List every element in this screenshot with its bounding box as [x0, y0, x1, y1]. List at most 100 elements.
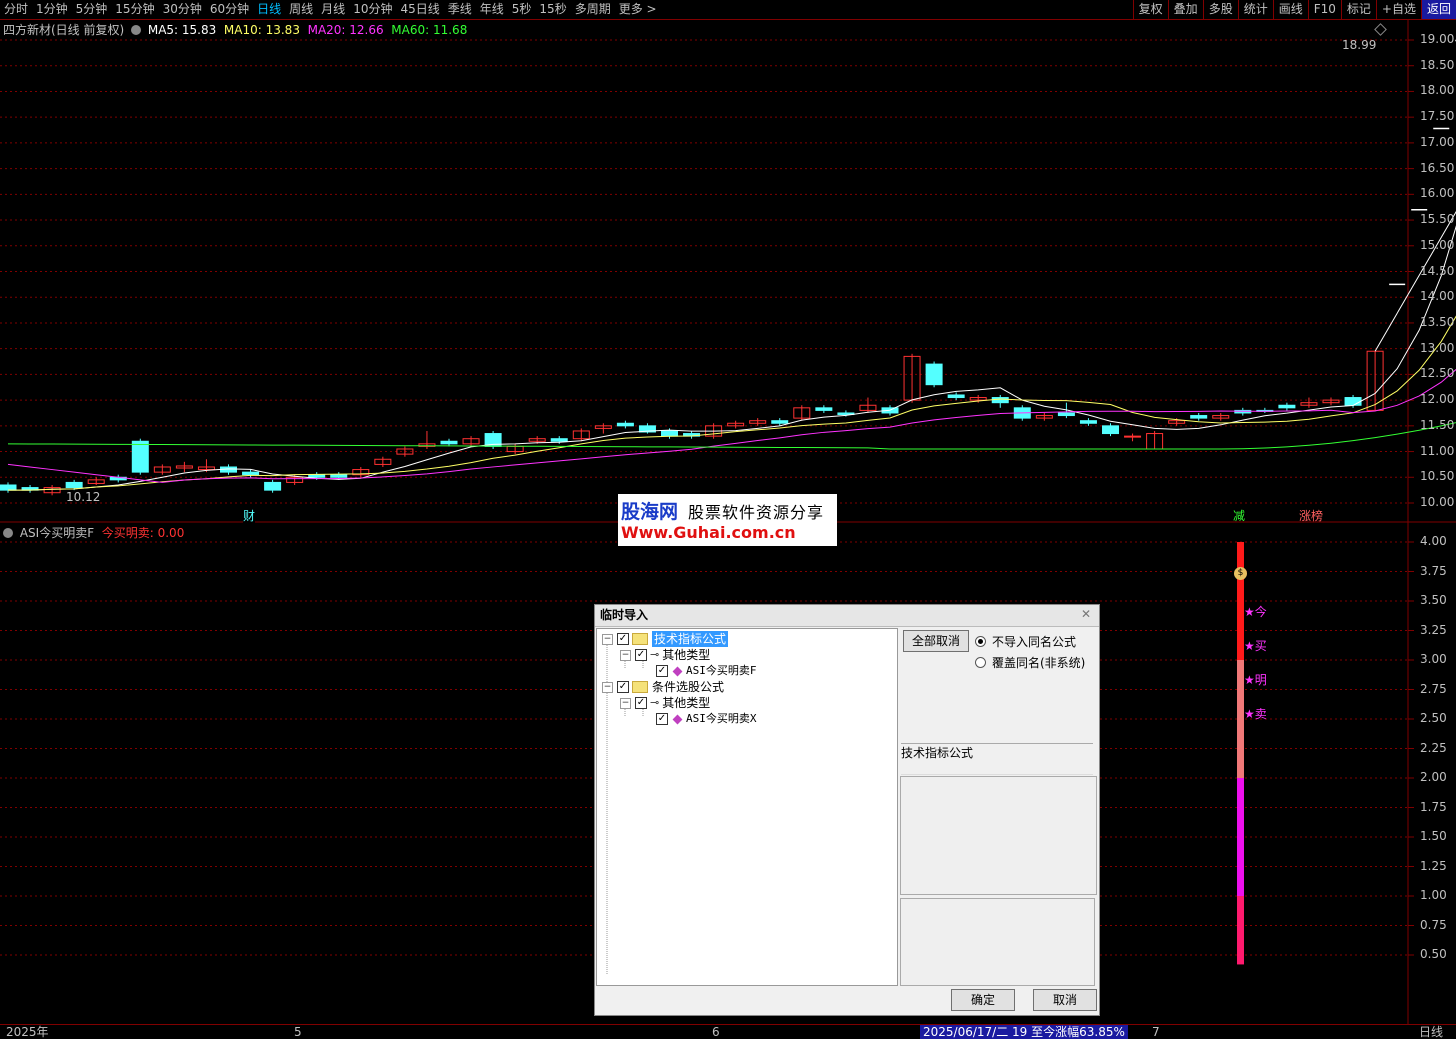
candle-body [1102, 425, 1119, 435]
indicator-toggle-icon[interactable] [3, 528, 13, 538]
checkbox-checked-icon[interactable]: ✓ [635, 649, 647, 661]
indicator-name: ASI今买明卖F [19, 526, 95, 540]
candle-body [1344, 397, 1362, 406]
cancel-button[interactable]: 取消 [1033, 989, 1097, 1011]
period-tab[interactable]: 10分钟 [349, 0, 396, 19]
y-tick-label: 15.00 [1420, 237, 1455, 252]
collapse-icon[interactable]: − [620, 697, 631, 709]
tree-node-formula-x[interactable]: ✓ ASI今买明卖X [656, 711, 757, 727]
candle-body [440, 440, 458, 445]
group-header: 技术指标公式 [901, 743, 1093, 775]
radio-label: 不导入同名公式 [992, 635, 1077, 649]
period-tab[interactable]: 5秒 [508, 0, 536, 19]
tool-button[interactable]: 叠加 [1167, 0, 1203, 19]
period-tab[interactable]: 季线 [444, 0, 476, 19]
candle-body [242, 471, 260, 476]
tool-buttons: 复权 叠加 多股 统计 画线 F10 标记 +自选 返回 [1132, 0, 1456, 19]
y-tick-label: 12.00 [1420, 392, 1455, 407]
y-tick-label: 16.00 [1420, 186, 1455, 201]
tree-node-label: 技术指标公式 [652, 631, 729, 647]
ma60-value: MA60: 11.68 [391, 23, 468, 37]
y-tick-label: 16.50 [1420, 160, 1455, 175]
tree-node-label: 条件选股公式 [652, 680, 725, 694]
period-tab[interactable]: 日线 [253, 0, 285, 19]
ma10-value: MA10: 13.83 [223, 23, 300, 37]
marker-reduce[interactable]: 减 [1233, 507, 1245, 524]
checkbox-checked-icon[interactable]: ✓ [656, 665, 668, 677]
period-tab[interactable]: 15分钟 [111, 0, 158, 19]
watermark-url: Www.Guhai.com.cn [621, 523, 796, 542]
period-tab[interactable]: 分时 [0, 0, 32, 19]
tree-node-condition[interactable]: − ✓ 条件选股公式 [602, 679, 724, 695]
y-tick-label: 2.00 [1420, 770, 1447, 784]
candle-body [947, 394, 965, 399]
radio-selected-icon[interactable] [975, 636, 986, 647]
marker-limit-up[interactable]: 涨榜 [1299, 507, 1323, 524]
tree-node-tech-other[interactable]: − ✓ ⊸ 其他类型 [620, 647, 710, 663]
period-mode-label[interactable]: 日线 [1419, 1025, 1443, 1039]
collapse-icon[interactable]: − [602, 681, 613, 693]
y-tick-label: 17.50 [1420, 109, 1455, 124]
candle-body [1190, 415, 1208, 419]
marker-finance[interactable]: 财 [243, 507, 256, 524]
tool-button[interactable]: F10 [1307, 0, 1341, 19]
checkbox-checked-icon[interactable]: ✓ [617, 681, 629, 693]
y-tick-label: 15.50 [1420, 212, 1455, 227]
candle-body [550, 438, 568, 442]
tree-node-condition-other[interactable]: − ✓ ⊸ 其他类型 [620, 695, 710, 711]
y-tick-label: 1.50 [1420, 829, 1447, 843]
signal-sell: ★卖 [1244, 707, 1267, 721]
checkbox-checked-icon[interactable]: ✓ [617, 633, 629, 645]
ok-button[interactable]: 确定 [951, 989, 1015, 1011]
period-tab[interactable]: 更多 > [615, 0, 661, 19]
folder-icon [632, 633, 648, 645]
tool-button[interactable]: 多股 [1202, 0, 1238, 19]
collapse-icon[interactable]: − [602, 633, 613, 645]
tool-button[interactable]: 复权 [1132, 0, 1168, 19]
checkbox-checked-icon[interactable]: ✓ [656, 713, 668, 725]
period-tab[interactable]: 年线 [476, 0, 508, 19]
tool-button[interactable]: +自选 [1375, 0, 1421, 19]
period-tab[interactable]: 1分钟 [32, 0, 72, 19]
x-label-july: 7 [1152, 1025, 1160, 1039]
x-label-may: 5 [294, 1025, 302, 1039]
bottom-axis-bar: 2025年 5 6 2025/06/17/二 19 至今涨幅63.85% 7 日… [0, 1024, 1456, 1039]
period-tab[interactable]: 月线 [317, 0, 349, 19]
tree-node-label: ASI今买明卖F [686, 664, 757, 677]
candle-body [0, 484, 17, 491]
checkbox-checked-icon[interactable]: ✓ [635, 697, 647, 709]
period-tab[interactable]: 60分钟 [206, 0, 253, 19]
candle-body [1124, 435, 1142, 438]
formula-diamond-icon [672, 714, 683, 724]
period-tab[interactable]: 45日线 [396, 0, 443, 19]
period-tab[interactable]: 30分钟 [159, 0, 206, 19]
description-box[interactable] [900, 776, 1097, 895]
tool-button[interactable]: 返回 [1420, 0, 1456, 19]
period-tab[interactable]: 5分钟 [72, 0, 112, 19]
formula-tree[interactable]: − ✓ 技术指标公式 − ✓ ⊸ 其他类型 ✓ ASI今买明卖F − ✓ 条件选… [596, 628, 898, 986]
y-tick-label: 3.25 [1420, 622, 1447, 637]
main-legend: 四方新材(日线 前复权) MA5: 15.83 MA10: 13.83 MA20… [3, 21, 467, 38]
parameters-box[interactable] [900, 898, 1095, 986]
high-price-label: 18.99 [1342, 38, 1377, 52]
legend-toggle-icon[interactable] [131, 25, 142, 35]
tool-button[interactable]: 标记 [1340, 0, 1376, 19]
radio-unselected-icon[interactable] [975, 657, 986, 668]
radio-skip-same-name[interactable]: 不导入同名公式 [975, 633, 1076, 650]
signal-bar-rose [1237, 896, 1244, 965]
y-tick-label: 18.50 [1420, 57, 1455, 72]
tool-button[interactable]: 统计 [1237, 0, 1273, 19]
period-tab[interactable]: 15秒 [535, 0, 570, 19]
clear-all-button[interactable]: 全部取消 [903, 630, 969, 652]
y-tick-label: 1.25 [1420, 858, 1447, 873]
collapse-icon[interactable]: − [620, 649, 631, 661]
radio-overwrite-same-name[interactable]: 覆盖同名(非系统) [975, 654, 1085, 671]
period-tab[interactable]: 多周期 [571, 0, 615, 19]
tree-node-formula-f[interactable]: ✓ ASI今买明卖F [656, 663, 757, 679]
x-label-year: 2025年 [6, 1025, 49, 1039]
tree-node-tech[interactable]: − ✓ 技术指标公式 [602, 631, 729, 647]
close-icon[interactable]: ✕ [1079, 607, 1093, 621]
period-tab[interactable]: 周线 [285, 0, 317, 19]
tool-button[interactable]: 画线 [1272, 0, 1308, 19]
money-bag-icon: $ [1234, 567, 1247, 580]
